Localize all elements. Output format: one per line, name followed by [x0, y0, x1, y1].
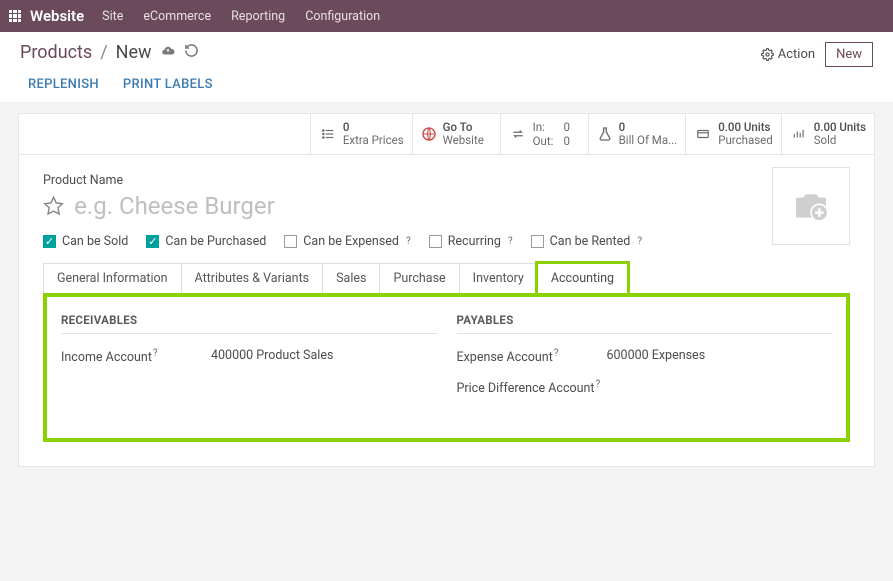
checkbox-recurring[interactable]: Recurring?	[429, 234, 513, 249]
payables-heading: PAYABLES	[457, 313, 833, 334]
tab-sales[interactable]: Sales	[322, 263, 380, 294]
breadcrumb: Products / New	[20, 42, 199, 63]
cloud-save-icon[interactable]	[160, 44, 176, 62]
expense-account-label: Expense Account?	[457, 348, 607, 365]
stat-label: Sold	[814, 133, 837, 147]
help-icon[interactable]: ?	[406, 236, 411, 247]
top-navbar: Website Site eCommerce Reporting Configu…	[0, 0, 893, 32]
help-icon[interactable]: ?	[637, 236, 642, 247]
product-image-upload[interactable]	[772, 167, 850, 245]
stat-label: Purchased	[718, 133, 773, 147]
swap-icon	[509, 127, 527, 141]
page-actions: Action New	[761, 42, 873, 67]
apps-grid-icon[interactable]	[8, 9, 22, 23]
tab-accounting[interactable]: Accounting	[537, 263, 628, 294]
stat-extra-prices[interactable]: 0Extra Prices	[310, 114, 412, 154]
subtab-replenish[interactable]: REPLENISH	[28, 77, 99, 92]
receivables-column: RECEIVABLES Income Account? 400000 Produ…	[61, 313, 437, 410]
payables-column: PAYABLES Expense Account? 600000 Expense…	[457, 313, 833, 410]
menu-reporting[interactable]: Reporting	[231, 9, 285, 24]
stat-value: 0.00 Units	[718, 121, 773, 134]
stat-in-value: 0	[563, 120, 569, 134]
accounting-panel: RECEIVABLES Income Account? 400000 Produ…	[43, 293, 850, 442]
tab-attributes-variants[interactable]: Attributes & Variants	[181, 263, 324, 294]
stat-out-value: 0	[563, 134, 569, 148]
expense-account-value[interactable]: 600000 Expenses	[607, 348, 706, 363]
globe-icon	[421, 126, 437, 142]
breadcrumb-sep: /	[100, 42, 107, 63]
product-name-input[interactable]	[74, 192, 850, 220]
gear-icon	[761, 48, 774, 61]
checkbox-can-be-expensed[interactable]: Can be Expensed?	[284, 234, 410, 249]
action-label: Action	[778, 47, 815, 62]
menu-ecommerce[interactable]: eCommerce	[143, 9, 211, 24]
tab-general-information[interactable]: General Information	[43, 263, 182, 294]
stat-sold[interactable]: 0.00 UnitsSold	[781, 114, 874, 154]
stat-value: Go To	[443, 121, 484, 134]
checkbox-label: Recurring	[448, 234, 501, 249]
stat-label: Bill Of Ma...	[619, 133, 678, 147]
stat-value: 0	[343, 121, 404, 134]
checkbox-can-be-purchased[interactable]: ✓Can be Purchased	[146, 234, 266, 249]
discard-icon[interactable]	[184, 43, 199, 62]
card-icon	[694, 127, 712, 141]
list-icon	[319, 127, 337, 141]
new-button[interactable]: New	[825, 42, 873, 67]
breadcrumb-current: New	[116, 42, 152, 63]
stat-label: Extra Prices	[343, 133, 404, 147]
income-account-value[interactable]: 400000 Product Sales	[211, 348, 333, 363]
checkbox-can-be-rented[interactable]: Can be Rented?	[531, 234, 642, 249]
form-tabs: General Information Attributes & Variant…	[43, 263, 850, 294]
subaction-tabs: REPLENISH PRINT LABELS	[0, 67, 893, 103]
checkbox-label: Can be Sold	[62, 234, 128, 249]
subtab-print-labels[interactable]: PRINT LABELS	[123, 77, 213, 92]
product-name-label: Product Name	[43, 173, 850, 188]
product-form: 0Extra Prices Go ToWebsite In:0 Out:0 0B…	[18, 113, 875, 467]
stat-purchased[interactable]: 0.00 UnitsPurchased	[685, 114, 781, 154]
stat-bom[interactable]: 0Bill Of Ma...	[588, 114, 686, 154]
income-account-label: Income Account?	[61, 348, 211, 365]
checkbox-can-be-sold[interactable]: ✓Can be Sold	[43, 234, 128, 249]
checkbox-label: Can be Expensed	[303, 234, 399, 249]
stat-in-label: In:	[533, 120, 545, 134]
stat-value: 0.00 Units	[814, 121, 866, 134]
help-icon[interactable]: ?	[508, 236, 513, 247]
breadcrumb-root[interactable]: Products	[20, 42, 92, 63]
stat-goto-website[interactable]: Go ToWebsite	[412, 114, 500, 154]
product-options-row: ✓Can be Sold ✓Can be Purchased Can be Ex…	[43, 234, 850, 249]
camera-plus-icon	[789, 186, 833, 226]
app-brand[interactable]: Website	[30, 7, 84, 25]
bars-icon	[790, 127, 808, 141]
menu-configuration[interactable]: Configuration	[305, 9, 380, 24]
tab-purchase[interactable]: Purchase	[379, 263, 459, 294]
flask-icon	[597, 126, 613, 142]
stat-label: Website	[443, 133, 484, 147]
checkbox-label: Can be Rented	[550, 234, 631, 249]
tab-inventory[interactable]: Inventory	[459, 263, 538, 294]
help-icon[interactable]: ?	[554, 348, 559, 359]
price-diff-account-label: Price Difference Account?	[457, 379, 607, 396]
stat-value: 0	[619, 121, 678, 134]
favorite-star-icon[interactable]	[43, 195, 64, 217]
breadcrumb-bar: Products / New Action New	[0, 32, 893, 67]
stat-buttons-row: 0Extra Prices Go ToWebsite In:0 Out:0 0B…	[19, 114, 874, 155]
stat-out-label: Out:	[533, 134, 554, 148]
help-icon[interactable]: ?	[596, 379, 601, 390]
menu-site[interactable]: Site	[102, 9, 123, 24]
stat-in-out[interactable]: In: 0 Out: 0	[500, 114, 588, 154]
receivables-heading: RECEIVABLES	[61, 313, 437, 334]
checkbox-label: Can be Purchased	[165, 234, 266, 249]
help-icon[interactable]: ?	[153, 348, 158, 359]
action-button[interactable]: Action	[761, 47, 815, 62]
